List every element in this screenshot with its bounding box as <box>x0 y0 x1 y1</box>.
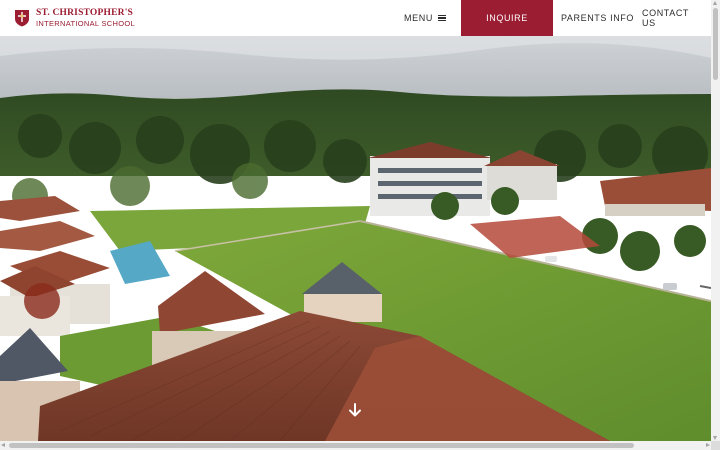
horizontal-scroll-thumb[interactable] <box>9 443 634 448</box>
inquire-button[interactable]: INQUIRE <box>461 0 553 36</box>
scrollbar-corner <box>711 441 720 450</box>
parents-info-label: PARENTS INFO <box>560 13 635 23</box>
logo-name-line1: ST. CHRISTOPHER'S <box>36 7 134 18</box>
menu-label: MENU <box>404 13 433 23</box>
scroll-right-icon[interactable] <box>706 443 710 447</box>
menu-button[interactable]: MENU <box>389 0 461 36</box>
vertical-scrollbar[interactable] <box>711 0 720 441</box>
horizontal-scrollbar[interactable] <box>0 441 711 450</box>
logo-name-line2: INTERNATIONAL SCHOOL <box>36 19 135 28</box>
scroll-up-icon[interactable] <box>713 1 717 5</box>
scroll-left-icon[interactable] <box>1 443 5 447</box>
vertical-scroll-thumb[interactable] <box>713 8 718 80</box>
main-nav: MENU INQUIRE PARENTS INFO CONTACT US <box>389 0 711 36</box>
parents-info-link[interactable]: PARENTS INFO <box>553 0 642 36</box>
scroll-down-icon[interactable] <box>713 436 717 440</box>
contact-us-link[interactable]: CONTACT US <box>642 0 700 36</box>
contact-us-label: CONTACT US <box>642 8 689 28</box>
site-header: ST. CHRISTOPHER'S INTERNATIONAL SCHOOL M… <box>0 0 711 36</box>
school-logo[interactable]: ST. CHRISTOPHER'S INTERNATIONAL SCHOOL <box>14 0 135 36</box>
arrow-down-icon[interactable] <box>347 402 363 418</box>
hero-image <box>0 36 711 441</box>
aerial-campus-photo <box>0 36 711 441</box>
school-crest-icon <box>15 10 29 27</box>
page: ST. CHRISTOPHER'S INTERNATIONAL SCHOOL M… <box>0 0 720 450</box>
hamburger-icon <box>437 14 446 22</box>
inquire-label: INQUIRE <box>486 13 528 23</box>
